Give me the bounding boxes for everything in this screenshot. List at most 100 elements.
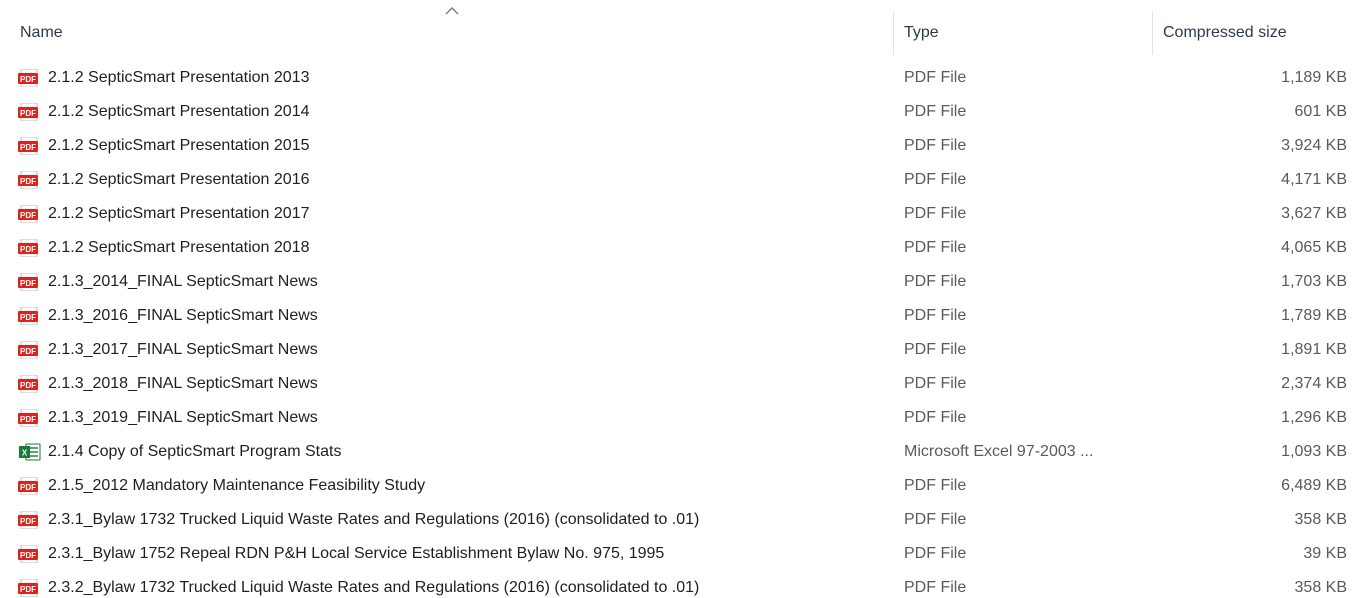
file-name[interactable]: 2.1.2 SepticSmart Presentation 2018	[48, 230, 310, 266]
pdf-file-icon: PDF	[18, 170, 42, 190]
file-name[interactable]: 2.1.5_2012 Mandatory Maintenance Feasibi…	[48, 468, 425, 504]
file-row[interactable]: PDF 2.1.2 SepticSmart Presentation 2018 PD…	[0, 230, 1361, 264]
file-compressed-size: 1,789 KB	[1281, 307, 1347, 324]
svg-text:PDF: PDF	[20, 347, 36, 356]
svg-text:PDF: PDF	[20, 211, 36, 220]
file-compressed-size: 4,065 KB	[1281, 239, 1347, 256]
file-type: PDF File	[904, 103, 967, 120]
file-compressed-size: 4,171 KB	[1281, 171, 1347, 188]
file-compressed-size: 39 KB	[1303, 545, 1347, 562]
file-row[interactable]: PDF 2.1.2 SepticSmart Presentation 2014 PD…	[0, 94, 1361, 128]
pdf-file-icon: PDF	[18, 510, 42, 530]
column-header-name[interactable]: Name	[10, 11, 892, 55]
svg-text:PDF: PDF	[20, 313, 36, 322]
file-type: PDF File	[904, 375, 967, 392]
file-explorer-list: Name Type Compressed size PDF 2.1.2 Septi…	[0, 0, 1361, 598]
file-row[interactable]: PDF 2.1.3_2014_FINAL SepticSmart News PDF …	[0, 264, 1361, 298]
file-type: PDF File	[904, 341, 967, 358]
column-header-type[interactable]: Type	[894, 11, 1151, 55]
pdf-file-icon: PDF	[18, 238, 42, 258]
svg-text:PDF: PDF	[20, 415, 36, 424]
file-row[interactable]: PDF 2.1.2 SepticSmart Presentation 2016 PD…	[0, 162, 1361, 196]
file-name[interactable]: 2.1.2 SepticSmart Presentation 2015	[48, 128, 310, 164]
svg-text:PDF: PDF	[20, 75, 36, 84]
pdf-file-icon: PDF	[18, 204, 42, 224]
column-header-bar: Name Type Compressed size	[0, 0, 1361, 58]
pdf-file-icon: PDF	[18, 544, 42, 564]
file-row[interactable]: PDF 2.3.2_Bylaw 1732 Trucked Liquid Waste…	[0, 570, 1361, 598]
pdf-file-icon: PDF	[18, 102, 42, 122]
file-type: PDF File	[904, 69, 967, 86]
file-name[interactable]: 2.1.3_2018_FINAL SepticSmart News	[48, 366, 318, 402]
file-compressed-size: 3,627 KB	[1281, 205, 1347, 222]
pdf-file-icon: PDF	[18, 68, 42, 88]
excel-file-icon: X	[18, 443, 42, 461]
file-compressed-size: 2,374 KB	[1281, 375, 1347, 392]
file-name[interactable]: 2.1.4 Copy of SepticSmart Program Stats	[48, 434, 341, 470]
file-row[interactable]: PDF 2.1.3_2019_FINAL SepticSmart News PDF …	[0, 400, 1361, 434]
pdf-file-icon: PDF	[18, 306, 42, 326]
file-name[interactable]: 2.3.1_Bylaw 1732 Trucked Liquid Waste Ra…	[48, 502, 699, 538]
file-type: PDF File	[904, 171, 967, 188]
file-row[interactable]: PDF 2.1.2 SepticSmart Presentation 2017 PD…	[0, 196, 1361, 230]
file-name[interactable]: 2.3.2_Bylaw 1732 Trucked Liquid Waste Ra…	[48, 570, 699, 598]
file-row[interactable]: PDF 2.1.3_2016_FINAL SepticSmart News PDF …	[0, 298, 1361, 332]
file-name[interactable]: 2.1.3_2016_FINAL SepticSmart News	[48, 298, 318, 334]
pdf-file-icon: PDF	[18, 272, 42, 292]
svg-text:PDF: PDF	[20, 585, 36, 594]
file-type: PDF File	[904, 273, 967, 290]
file-type: PDF File	[904, 579, 967, 596]
pdf-file-icon: PDF	[18, 136, 42, 156]
file-type: PDF File	[904, 409, 967, 426]
pdf-file-icon: PDF	[18, 374, 42, 394]
file-name[interactable]: 2.1.2 SepticSmart Presentation 2014	[48, 94, 310, 130]
svg-text:PDF: PDF	[20, 109, 36, 118]
file-type: PDF File	[904, 511, 967, 528]
file-name[interactable]: 2.1.2 SepticSmart Presentation 2016	[48, 162, 310, 198]
file-name[interactable]: 2.3.1_Bylaw 1752 Repeal RDN P&H Local Se…	[48, 536, 664, 572]
file-name[interactable]: 2.1.2 SepticSmart Presentation 2017	[48, 196, 310, 232]
file-compressed-size: 358 KB	[1294, 579, 1347, 596]
file-row[interactable]: PDF 2.1.3_2017_FINAL SepticSmart News PDF …	[0, 332, 1361, 366]
file-compressed-size: 1,891 KB	[1281, 341, 1347, 358]
file-compressed-size: 1,093 KB	[1281, 443, 1347, 460]
file-name[interactable]: 2.1.3_2014_FINAL SepticSmart News	[48, 264, 318, 300]
file-compressed-size: 1,189 KB	[1281, 69, 1347, 86]
file-row[interactable]: PDF 2.1.5_2012 Mandatory Maintenance Feas…	[0, 468, 1361, 502]
svg-text:PDF: PDF	[20, 483, 36, 492]
svg-text:PDF: PDF	[20, 245, 36, 254]
pdf-file-icon: PDF	[18, 408, 42, 428]
file-compressed-size: 3,924 KB	[1281, 137, 1347, 154]
file-name[interactable]: 2.1.3_2017_FINAL SepticSmart News	[48, 332, 318, 368]
svg-text:PDF: PDF	[20, 517, 36, 526]
file-row[interactable]: PDF 2.1.2 SepticSmart Presentation 2013 PD…	[0, 60, 1361, 94]
file-type: PDF File	[904, 307, 967, 324]
svg-text:PDF: PDF	[20, 551, 36, 560]
file-compressed-size: 1,296 KB	[1281, 409, 1347, 426]
file-type: PDF File	[904, 477, 967, 494]
file-name[interactable]: 2.1.3_2019_FINAL SepticSmart News	[48, 400, 318, 436]
svg-text:PDF: PDF	[20, 143, 36, 152]
pdf-file-icon: PDF	[18, 340, 42, 360]
svg-text:PDF: PDF	[20, 177, 36, 186]
file-type: PDF File	[904, 205, 967, 222]
file-compressed-size: 6,489 KB	[1281, 477, 1347, 494]
file-row[interactable]: PDF 2.3.1_Bylaw 1732 Trucked Liquid Waste…	[0, 502, 1361, 536]
file-list: PDF 2.1.2 SepticSmart Presentation 2013 PD…	[0, 60, 1361, 598]
file-type: PDF File	[904, 137, 967, 154]
file-row[interactable]: PDF 2.3.1_Bylaw 1752 Repeal RDN P&H Local…	[0, 536, 1361, 570]
svg-text:PDF: PDF	[20, 381, 36, 390]
file-compressed-size: 601 KB	[1294, 103, 1347, 120]
file-type: PDF File	[904, 239, 967, 256]
file-type: PDF File	[904, 545, 967, 562]
svg-text:X: X	[22, 449, 28, 458]
file-row[interactable]: PDF 2.1.2 SepticSmart Presentation 2015 PD…	[0, 128, 1361, 162]
file-name[interactable]: 2.1.2 SepticSmart Presentation 2013	[48, 60, 310, 96]
pdf-file-icon: PDF	[18, 578, 42, 598]
file-row[interactable]: X 2.1.4 Copy of SepticSmart Program Stats…	[0, 434, 1361, 468]
svg-text:PDF: PDF	[20, 279, 36, 288]
file-type: Microsoft Excel 97-2003 ...	[904, 443, 1094, 460]
column-header-compressed-size[interactable]: Compressed size	[1153, 11, 1361, 55]
file-compressed-size: 1,703 KB	[1281, 273, 1347, 290]
file-row[interactable]: PDF 2.1.3_2018_FINAL SepticSmart News PDF …	[0, 366, 1361, 400]
